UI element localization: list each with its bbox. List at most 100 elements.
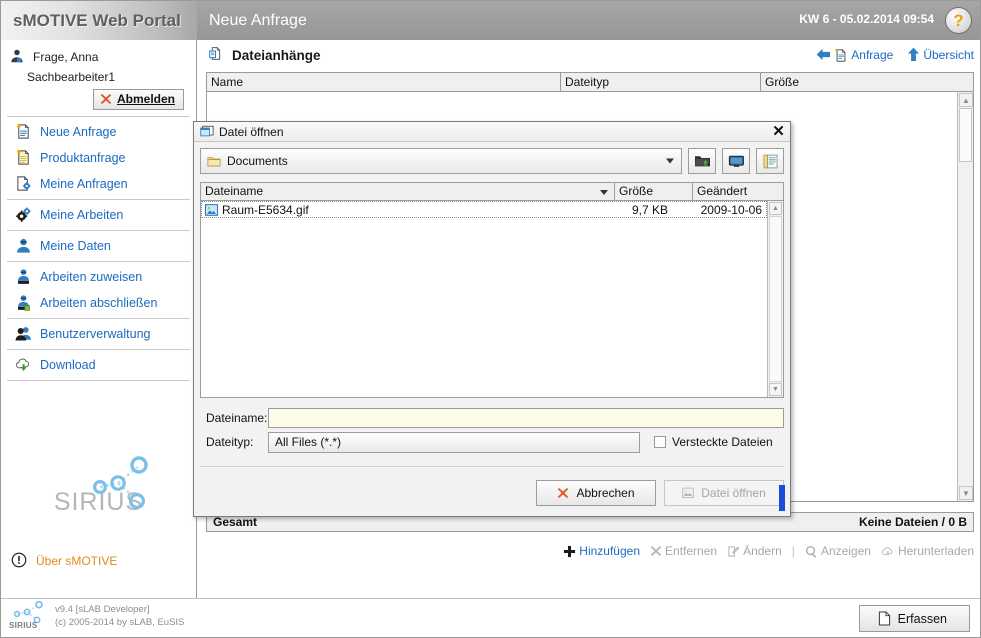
chevron-down-icon bbox=[666, 158, 674, 164]
file-size-label: 9,7 KB bbox=[631, 202, 668, 217]
new-request-icon bbox=[15, 123, 33, 141]
help-button[interactable]: ? bbox=[945, 7, 972, 34]
footer-logo: SIRIUS bbox=[9, 601, 47, 630]
action-hinzufuegen[interactable]: Hinzufügen bbox=[563, 544, 640, 558]
grid-vertical-scrollbar[interactable]: ▲ ▼ bbox=[957, 92, 973, 501]
version-label: v9.4 [sLAB Developer] bbox=[55, 604, 150, 615]
grid-column-dateityp[interactable]: Dateityp bbox=[561, 73, 761, 91]
header-links: Anfrage Übersicht bbox=[816, 47, 974, 62]
scroll-down-arrow-icon[interactable]: ▼ bbox=[959, 486, 973, 500]
hidden-files-checkbox-group[interactable]: Versteckte Dateien bbox=[654, 435, 773, 449]
up-arrow-icon bbox=[907, 47, 920, 62]
main-content: Dateianhänge Anfrage Übersicht Name Date… bbox=[193, 40, 980, 598]
sidebar-item-meine-daten[interactable]: Meine Daten bbox=[1, 233, 196, 259]
scrollbar-track[interactable] bbox=[769, 216, 782, 382]
filetype-label: Dateityp: bbox=[206, 435, 254, 449]
page-header-bar: Neue Anfrage KW 6 - 05.02.2014 09:54 ? bbox=[197, 1, 980, 40]
desktop-button[interactable] bbox=[722, 148, 750, 174]
sidebar-item-label: Meine Arbeiten bbox=[40, 208, 124, 222]
file-column-geaendert[interactable]: Geändert bbox=[693, 183, 783, 200]
file-column-label: Dateiname bbox=[205, 184, 264, 198]
download-cloud-icon bbox=[881, 545, 895, 558]
file-name-cell: Raum-E5634.gif bbox=[202, 203, 598, 217]
plus-icon bbox=[563, 545, 576, 558]
remove-x-icon bbox=[650, 545, 662, 557]
close-icon[interactable]: ✕ bbox=[771, 124, 786, 139]
help-icon: ? bbox=[953, 10, 964, 30]
list-view-button[interactable] bbox=[756, 148, 784, 174]
assign-work-icon bbox=[15, 268, 33, 286]
file-column-dateiname[interactable]: Dateiname bbox=[201, 183, 615, 200]
open-file-label: Datei öffnen bbox=[701, 486, 766, 500]
clock-display: KW 6 - 05.02.2014 09:54 bbox=[799, 12, 934, 26]
scrollbar-thumb[interactable] bbox=[959, 108, 972, 162]
sidebar-item-meine-anfragen[interactable]: Meine Anfragen bbox=[1, 171, 196, 197]
file-list-rows: Raum-E5634.gif 9,7 KB 2009-10-06 bbox=[201, 201, 767, 397]
file-column-groesse[interactable]: Größe bbox=[615, 183, 693, 200]
grid-column-groesse[interactable]: Größe bbox=[761, 73, 973, 91]
link-anfrage[interactable]: Anfrage bbox=[816, 48, 893, 62]
filename-row: Dateiname: bbox=[200, 406, 784, 430]
file-list-scrollbar[interactable]: ▲ ▼ bbox=[767, 201, 783, 397]
filename-input[interactable] bbox=[268, 408, 784, 428]
create-folder-button[interactable] bbox=[688, 148, 716, 174]
sidebar-item-label: Produktanfrage bbox=[40, 151, 126, 165]
action-herunterladen: Herunterladen bbox=[881, 544, 974, 558]
back-arrow-icon bbox=[816, 48, 831, 61]
action-label: Anzeigen bbox=[820, 544, 871, 558]
path-row: Documents bbox=[200, 148, 784, 174]
sidebar-item-neue-anfrage[interactable]: Neue Anfrage bbox=[1, 119, 196, 145]
scroll-up-arrow-icon[interactable]: ▲ bbox=[769, 202, 782, 215]
logout-button[interactable]: Abmelden bbox=[92, 89, 184, 110]
sidebar-item-arbeiten-abschliessen[interactable]: Arbeiten abschließen bbox=[1, 290, 196, 316]
dialog-buttons: Abbrechen Datei öffnen bbox=[536, 480, 784, 506]
page-title: Neue Anfrage bbox=[209, 11, 307, 29]
folder-path-combo[interactable]: Documents bbox=[200, 148, 682, 174]
action-label: Hinzufügen bbox=[579, 544, 641, 558]
hidden-files-checkbox[interactable] bbox=[654, 436, 666, 448]
sidebar-item-label: Arbeiten zuweisen bbox=[40, 270, 143, 284]
top-header: sMOTIVE Web Portal Neue Anfrage KW 6 - 0… bbox=[1, 1, 980, 40]
nav-group: Arbeiten zuweisen Arbeiten abschließen bbox=[1, 262, 196, 318]
dialog-resize-handle[interactable] bbox=[779, 485, 785, 511]
about-smotive-link[interactable]: Über sMOTIVE bbox=[11, 552, 117, 570]
file-list-header: Dateiname Größe Geändert bbox=[201, 183, 783, 201]
info-icon bbox=[11, 552, 29, 570]
sidebar-item-benutzerverwaltung[interactable]: Benutzerverwaltung bbox=[1, 321, 196, 347]
link-label: Anfrage bbox=[851, 47, 894, 62]
total-value: Keine Dateien / 0 B bbox=[858, 515, 967, 529]
sidebar-item-meine-arbeiten[interactable]: Meine Arbeiten bbox=[1, 202, 196, 228]
cancel-x-icon bbox=[557, 487, 569, 499]
filetype-combo[interactable]: All Files (*.*) bbox=[268, 431, 640, 453]
image-file-icon bbox=[205, 203, 218, 216]
sidebar: Frage, Anna Sachbearbeiter1 Abmelden Neu… bbox=[1, 40, 197, 598]
attachments-icon bbox=[208, 46, 226, 64]
nav-group: Neue Anfrage Produktanfrage Meine Anfrag… bbox=[1, 117, 196, 199]
scroll-down-arrow-icon[interactable]: ▼ bbox=[769, 383, 782, 396]
user-name: Frage, Anna bbox=[33, 50, 99, 64]
sidebar-item-arbeiten-zuweisen[interactable]: Arbeiten zuweisen bbox=[1, 264, 196, 290]
footer-left: SIRIUS v9.4 [sLAB Developer] (c) 2005-20… bbox=[9, 601, 184, 630]
sidebar-item-label: Meine Anfragen bbox=[40, 177, 128, 191]
action-label: Ändern bbox=[743, 544, 782, 558]
folder-window-icon bbox=[200, 125, 214, 138]
brand-area: sMOTIVE Web Portal bbox=[1, 1, 197, 40]
cancel-button[interactable]: Abbrechen bbox=[536, 480, 656, 506]
action-anzeigen: Anzeigen bbox=[805, 544, 871, 558]
folder-icon bbox=[207, 155, 221, 168]
dialog-divider bbox=[200, 466, 784, 467]
grid-column-name[interactable]: Name bbox=[207, 73, 561, 91]
panel-header: Dateianhänge Anfrage Übersicht bbox=[198, 40, 980, 68]
sidebar-item-label: Arbeiten abschließen bbox=[40, 296, 158, 310]
sidebar-item-download[interactable]: Download bbox=[1, 352, 196, 378]
file-list-item[interactable]: Raum-E5634.gif 9,7 KB 2009-10-06 bbox=[201, 201, 767, 218]
link-uebersicht[interactable]: Übersicht bbox=[907, 47, 974, 62]
scroll-up-arrow-icon[interactable]: ▲ bbox=[959, 93, 973, 107]
dialog-titlebar: Datei öffnen ✕ bbox=[194, 122, 790, 142]
open-file-button: Datei öffnen bbox=[664, 480, 784, 506]
action-separator: | bbox=[791, 544, 795, 558]
file-open-dialog: Datei öffnen ✕ Documents Dateiname Größe… bbox=[193, 121, 791, 517]
nav-group: Download bbox=[1, 350, 196, 380]
submit-button[interactable]: Erfassen bbox=[858, 605, 970, 632]
sidebar-item-produktanfrage[interactable]: Produktanfrage bbox=[1, 145, 196, 171]
